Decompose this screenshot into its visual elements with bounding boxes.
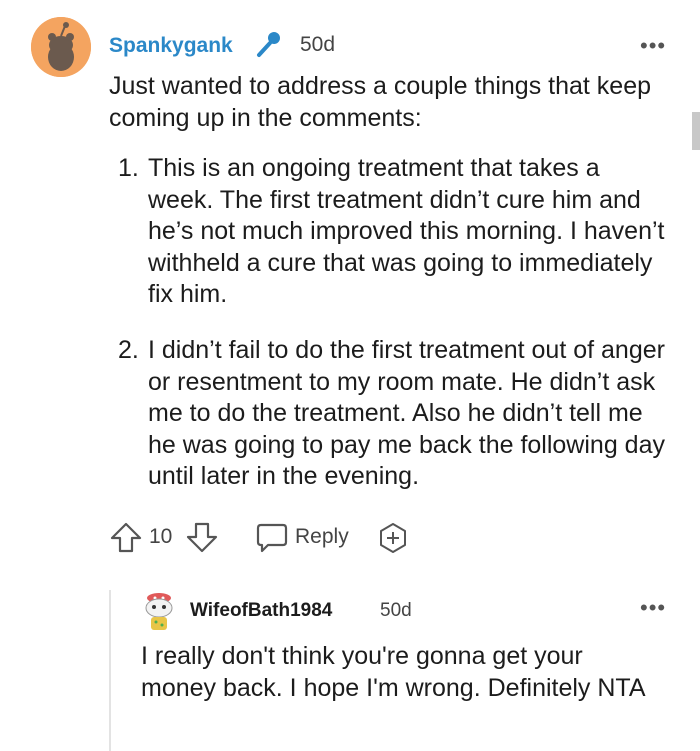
list-text: I didn’t fail to do the first treatment … [148,336,665,490]
microphone-icon [254,29,284,59]
list-item: 1. This is an ongoing treatment that tak… [118,153,668,311]
award-plus-icon[interactable] [377,522,409,559]
author-username[interactable]: Spankygank [109,34,233,58]
vote-score: 10 [149,525,173,548]
reply-avatar[interactable] [142,590,176,632]
avatar[interactable] [31,17,91,77]
comment-age: 50d [300,33,336,56]
list-number: 2. [118,336,139,364]
upvote-icon[interactable] [109,520,143,559]
list-item: 2. I didn’t fail to do the first treatme… [118,335,668,493]
reply-text: I really don't think you're gonna get yo… [141,642,646,702]
list-text: This is an ongoing treatment that takes … [148,154,665,308]
downvote-icon[interactable] [185,520,219,559]
more-options-icon[interactable]: ••• [640,595,666,621]
reply-button[interactable]: Reply [295,525,349,549]
list-number: 1. [118,154,139,182]
reply-age: 50d [380,600,412,621]
snoo-avatar-icon [31,17,91,77]
reply-bubble-icon[interactable] [255,522,289,559]
comment-intro: Just wanted to address a couple things t… [109,72,652,132]
scrollbar-thumb[interactable] [692,112,700,150]
reply-author-username[interactable]: WifeofBath1984 [190,600,332,622]
snoo-avatar-icon [145,593,173,630]
more-options-icon[interactable]: ••• [640,33,666,59]
thread-line[interactable] [109,590,111,751]
